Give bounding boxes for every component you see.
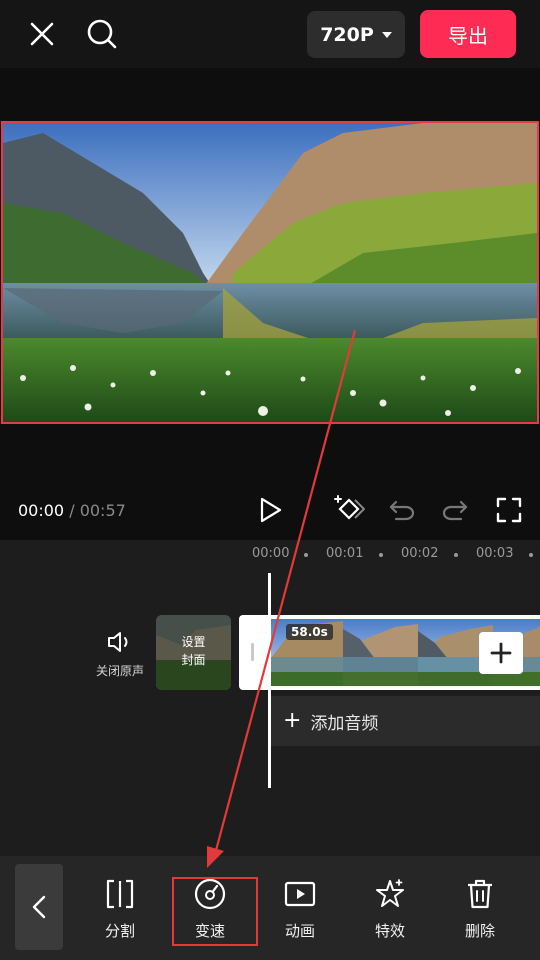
search-icon[interactable] (82, 14, 122, 54)
back-button[interactable] (15, 864, 63, 950)
fullscreen-icon[interactable] (493, 494, 525, 526)
export-button[interactable]: 导出 (420, 10, 516, 58)
keyframe-icon[interactable] (333, 494, 365, 526)
plus-icon: + (283, 708, 302, 733)
playback-controls: 00:00 / 00:57 (0, 480, 540, 540)
timeline[interactable]: 00:00 00:01 00:02 00:03 关闭原声 设置 封面 58.0s… (0, 540, 540, 856)
plus-icon (490, 642, 512, 664)
bottom-toolbar: 分割 变速 动画 特效 删除 (0, 856, 540, 960)
set-cover-button[interactable]: 设置 封面 (156, 615, 231, 690)
time-display: 00:00 / 00:57 (18, 501, 126, 520)
ruler-tick: 00:00 (252, 546, 290, 561)
chevron-left-icon (32, 895, 46, 919)
resolution-dropdown[interactable]: 720P (307, 11, 405, 58)
playhead[interactable] (268, 573, 271, 788)
play-icon[interactable] (255, 494, 287, 526)
tool-animation[interactable]: 动画 (270, 876, 330, 948)
speed-tool-highlight (172, 877, 258, 946)
mute-label: 关闭原声 (95, 664, 144, 678)
resolution-label: 720P (320, 23, 374, 46)
speaker-icon (108, 632, 128, 652)
add-audio-button[interactable]: + 添加音频 (271, 696, 540, 746)
current-time: 00:00 (18, 501, 65, 520)
redo-icon[interactable] (439, 494, 471, 526)
tool-label: 分割 (104, 922, 135, 940)
split-icon (102, 876, 138, 912)
total-time: 00:57 (79, 501, 126, 520)
tool-label: 动画 (284, 922, 315, 940)
tool-label: 特效 (374, 922, 405, 940)
landscape-image (3, 123, 537, 422)
add-clip-button[interactable] (479, 632, 523, 674)
ruler-tick: 00:01 (326, 546, 364, 561)
tool-label: 删除 (464, 922, 495, 940)
effects-icon (372, 876, 408, 912)
tool-delete[interactable]: 删除 (450, 876, 510, 948)
ruler-dot (529, 553, 533, 557)
add-audio-label: 添加音频 (310, 713, 379, 734)
tool-split[interactable]: 分割 (90, 876, 150, 948)
cover-label: 设置 封面 (156, 633, 231, 669)
ruler-tick: 00:02 (401, 546, 439, 561)
delete-icon (462, 876, 498, 912)
ruler-dot (304, 553, 308, 557)
chevron-down-icon (381, 31, 392, 38)
top-bar: 720P 导出 (0, 0, 540, 68)
mute-original-sound-button[interactable]: 关闭原声 (92, 630, 148, 679)
cover-label-line1: 设置 (181, 635, 206, 649)
ruler-tick: 00:03 (476, 546, 514, 561)
tool-effects[interactable]: 特效 (360, 876, 420, 948)
close-icon[interactable] (22, 14, 62, 54)
ruler-dot (454, 553, 458, 557)
cover-label-line2: 封面 (181, 653, 206, 667)
undo-icon[interactable] (386, 494, 418, 526)
animation-icon (282, 876, 318, 912)
clip-trim-handle[interactable] (251, 643, 254, 661)
video-preview[interactable] (1, 121, 539, 424)
preview-area (0, 68, 540, 540)
ruler-dot (379, 553, 383, 557)
clip-duration-badge: 58.0s (286, 624, 333, 640)
time-separator: / (69, 501, 75, 520)
